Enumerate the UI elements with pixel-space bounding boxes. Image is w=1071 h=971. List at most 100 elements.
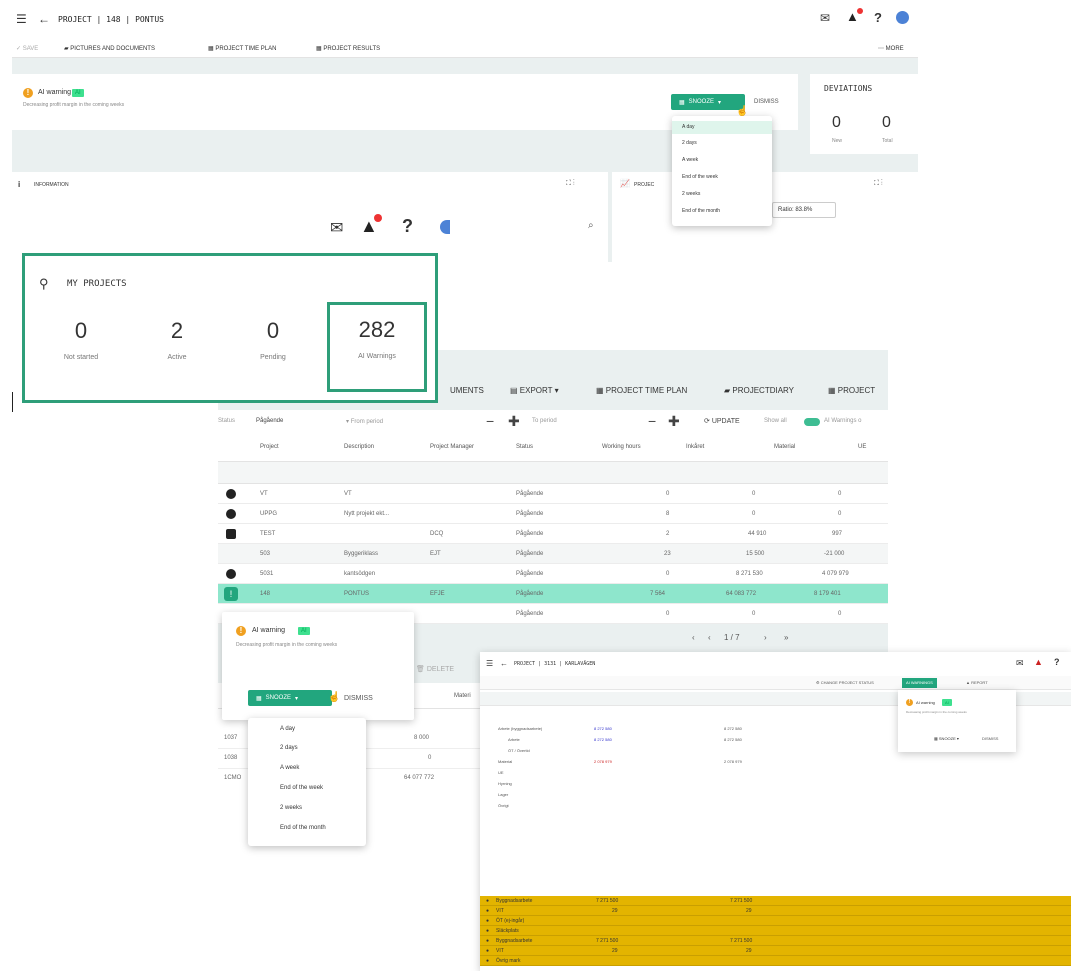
snooze-option[interactable]: 2 days	[672, 137, 707, 150]
search-icon[interactable]: ⌕	[588, 220, 594, 231]
snooze-option[interactable]: A day	[672, 121, 772, 134]
stat-not-started[interactable]: 0 Not started	[43, 318, 119, 361]
table-row[interactable]: UPPG Nytt projekt ekt... Pågående 8 0 0	[218, 504, 888, 524]
snooze-button[interactable]: ▦ SNOOZE ▾	[934, 736, 959, 741]
snooze-option[interactable]: A week	[672, 154, 708, 167]
project-diary-button[interactable]: ▰ PROJECTDIARY	[724, 386, 794, 395]
dismiss-button[interactable]: DISMISS	[754, 99, 779, 105]
snooze-button[interactable]: ▦ SNOOZE ▾	[671, 94, 745, 110]
menu-icon[interactable]: ☰	[16, 12, 27, 26]
col-inkaret[interactable]: Inkåret	[686, 444, 704, 450]
snooze-option[interactable]: A week	[270, 765, 309, 771]
documents-button[interactable]: UMENTS	[450, 386, 484, 395]
table-row[interactable]: Arbete (byggnadsarbete) 8 272 580 8 272 58…	[480, 726, 900, 735]
menu-icon[interactable]: ☰	[486, 659, 493, 668]
snooze-option[interactable]: End of the month	[270, 825, 336, 831]
table-row[interactable]: Hyrning	[480, 781, 900, 790]
table-row[interactable]: VT VT Pågående 0 0 0	[218, 484, 888, 504]
first-page-icon[interactable]: ‹	[692, 633, 695, 642]
from-minus-icon[interactable]: −	[486, 413, 494, 429]
to-minus-icon[interactable]: −	[648, 413, 656, 429]
snooze-option[interactable]: 2 weeks	[270, 805, 312, 811]
table-row[interactable]: Arbete 8 272 580 8 272 580	[480, 737, 900, 746]
table-row[interactable]: TEST DCQ Pågående 2 44 910 997	[218, 524, 888, 544]
table-row[interactable]: Lager	[480, 792, 900, 801]
save-button[interactable]: ✓ SAVE	[16, 45, 38, 52]
to-plus-icon[interactable]: ✚	[668, 413, 680, 430]
stat-pending[interactable]: 0 Pending	[235, 318, 311, 361]
snooze-button[interactable]: ▦ SNOOZE ▾	[248, 690, 332, 706]
show-all-toggle[interactable]	[804, 418, 820, 426]
project-time-plan-button[interactable]: ▦ PROJECT TIME PLAN	[596, 386, 687, 395]
back-arrow-icon[interactable]: ←	[38, 12, 50, 26]
delete-button[interactable]: 🗑 DELETE	[416, 665, 454, 673]
next-page-icon[interactable]: ›	[764, 633, 767, 642]
snooze-option[interactable]: End of the week	[270, 785, 333, 791]
mail-icon[interactable]: ✉	[820, 11, 830, 25]
project-time-plan-button[interactable]: ▦ PROJECT TIME PLAN	[208, 45, 276, 52]
more-button[interactable]: ⋯ MORE	[878, 45, 904, 52]
top-toolbar: ✓ SAVE ▰ PICTURES AND DOCUMENTS ▦ PROJEC…	[12, 38, 918, 58]
snooze-option[interactable]: End of the week	[672, 171, 728, 184]
yellow-row[interactable]: ● Byggnadsarbete 7 271 500 7 271 500	[480, 896, 1071, 906]
stat-ai-warnings[interactable]: 282 AI Warnings	[327, 302, 427, 392]
table-row[interactable]: Övrigt	[480, 803, 900, 812]
project-results-button[interactable]: ▦ PROJECT RESULTS	[316, 45, 380, 52]
last-page-icon[interactable]: »	[784, 633, 788, 642]
table-row[interactable]: 5031 kantsödgen Pågående 0 8 271 530 4 079 97…	[218, 564, 888, 584]
col-project-manager[interactable]: Project Manager	[430, 444, 474, 450]
project-button[interactable]: ▦ PROJECT	[828, 386, 875, 395]
pictures-documents-button[interactable]: ▰ PICTURES AND DOCUMENTS	[64, 45, 155, 52]
yellow-row[interactable]: ● VIT 29 29	[480, 906, 1071, 916]
from-period-input[interactable]: ▾ From period	[346, 418, 383, 425]
export-button[interactable]: ▤ EXPORT ▾	[510, 386, 559, 395]
table-row[interactable]: ÖT / Övertid	[480, 748, 900, 757]
from-plus-icon[interactable]: ✚	[508, 413, 520, 430]
snooze-option[interactable]: 2 weeks	[672, 188, 710, 201]
avatar[interactable]	[440, 220, 450, 234]
stat-active[interactable]: 2 Active	[139, 318, 215, 361]
snooze-option[interactable]: 2 days	[270, 745, 308, 751]
yellow-row[interactable]: ● ÖT (ej-ingår)	[480, 916, 1071, 926]
snooze-option[interactable]: A day	[270, 726, 305, 732]
table-row-selected[interactable]: ! 148 PONTUS EFJE Pågående 7 564 64 083 772 8 …	[218, 584, 888, 604]
expand-icon[interactable]: ⛶ ⋮	[566, 180, 575, 188]
col-description[interactable]: Description	[344, 444, 374, 450]
mail-icon[interactable]: ✉	[1016, 658, 1024, 669]
yellow-section: ● Byggnadsarbete 7 271 500 7 271 500 ● VIT 29…	[480, 896, 1071, 971]
col-materi[interactable]: Materi	[454, 693, 471, 699]
change-status-button[interactable]: ⚙ CHANGE PROJECT STATUS	[816, 680, 874, 685]
col-working-hours[interactable]: Working hours	[602, 444, 641, 450]
yellow-row[interactable]: ● Byggnadsarbete 7 271 500 7 271 500	[480, 936, 1071, 946]
yellow-row[interactable]: ● VIT 29 29	[480, 946, 1071, 956]
help-icon[interactable]: ?	[1054, 657, 1060, 667]
col-project[interactable]: Project	[260, 444, 279, 450]
alert-badge	[857, 8, 863, 14]
table-row[interactable]: Material 2 078 979 2 078 979	[480, 759, 900, 768]
row-warning-icon[interactable]: !	[224, 587, 238, 601]
yellow-row[interactable]: ● Övrig mark	[480, 956, 1071, 966]
col-status[interactable]: Status	[516, 444, 533, 450]
help-icon[interactable]: ?	[874, 10, 882, 25]
mail-icon[interactable]: ✉	[330, 218, 343, 238]
dismiss-button[interactable]: DISMISS	[982, 736, 998, 741]
snooze-option[interactable]: End of the month	[672, 205, 730, 218]
ai-warnings-button[interactable]: AI WARNINGS	[902, 678, 937, 688]
update-button[interactable]: ⟳ UPDATE	[704, 417, 740, 425]
table-row[interactable]: 503 Byggeriklass EJT Pågående 23 15 500 -21 00…	[218, 544, 888, 564]
to-period-input[interactable]: To period	[532, 418, 557, 424]
report-button[interactable]: ▲ REPORT	[966, 680, 988, 685]
status-select[interactable]: Pågående	[256, 418, 283, 424]
back-arrow-icon[interactable]: ←	[500, 659, 508, 668]
col-ue[interactable]: UE	[858, 444, 866, 450]
page-indicator: 1 / 7	[724, 633, 740, 642]
project-panel-expand-icon[interactable]: ⛶ ⋮	[874, 180, 883, 188]
alert-icon[interactable]: ▲	[1034, 657, 1043, 667]
avatar[interactable]	[896, 11, 909, 24]
col-material[interactable]: Material	[774, 444, 795, 450]
table-row[interactable]: UE	[480, 770, 900, 779]
prev-page-icon[interactable]: ‹	[708, 633, 711, 642]
dismiss-button[interactable]: DISMISS	[344, 695, 373, 702]
yellow-row[interactable]: ● Släckplats	[480, 926, 1071, 936]
help-icon[interactable]: ?	[402, 216, 413, 237]
